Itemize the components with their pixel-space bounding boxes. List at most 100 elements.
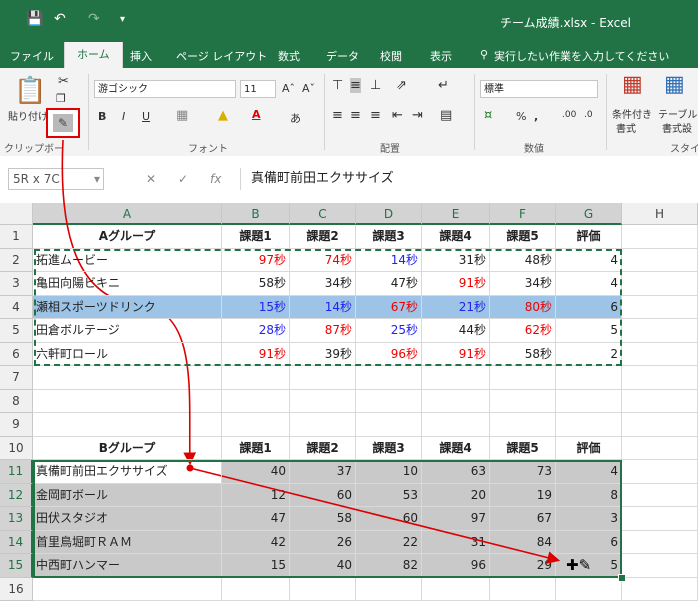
grid-cell[interactable] (622, 413, 698, 437)
grid-cell[interactable]: 39秒 (290, 342, 356, 366)
grid-cell[interactable]: 80秒 (490, 295, 556, 319)
grid-cell[interactable] (622, 436, 698, 460)
grid-cell[interactable] (622, 483, 698, 507)
underline-button[interactable]: U (142, 110, 150, 123)
table-format-button[interactable]: テーブル (658, 106, 697, 121)
grow-font-icon[interactable]: Aˆ (282, 82, 295, 95)
grid-cell[interactable] (356, 413, 422, 437)
grid-cell[interactable]: 真備町前田エクササイズ (33, 460, 222, 484)
grid-cell[interactable]: 課題1 (222, 225, 290, 249)
align-right-icon[interactable]: ≡ (370, 108, 381, 123)
font-size-select[interactable]: 11 (240, 80, 276, 98)
grid-cell[interactable]: 課題2 (290, 436, 356, 460)
row-header[interactable]: 16 (0, 577, 33, 601)
tab-file[interactable]: ファイル (10, 48, 54, 64)
grid-cell[interactable]: 課題4 (422, 436, 490, 460)
grid-cell[interactable]: 14秒 (356, 248, 422, 272)
grid-cell[interactable]: 課題2 (290, 225, 356, 249)
grid-cell[interactable]: 15秒 (222, 295, 290, 319)
clipboard-icon[interactable]: 📋 (14, 76, 46, 106)
grid-cell[interactable]: Bグループ (33, 436, 222, 460)
grid-cell[interactable] (622, 389, 698, 413)
grid-cell[interactable]: 58秒 (490, 342, 556, 366)
grid-cell[interactable]: 62秒 (490, 319, 556, 343)
grid-cell[interactable] (490, 389, 556, 413)
tell-me-input[interactable]: 実行したい作業を入力してください (494, 48, 669, 64)
grid-cell[interactable] (356, 577, 422, 601)
merge-center-icon[interactable]: ▤ (440, 108, 452, 123)
conditional-format-button[interactable]: 条件付き (612, 106, 652, 121)
grid-cell[interactable]: 金岡町ボール (33, 483, 222, 507)
column-header-b[interactable]: B (222, 203, 290, 225)
grid-cell[interactable]: 4 (556, 248, 622, 272)
grid-cell[interactable] (356, 366, 422, 390)
align-left-icon[interactable]: ≡ (332, 108, 343, 123)
row-header[interactable]: 3 (0, 272, 33, 296)
grid-cell[interactable]: 6 (556, 530, 622, 554)
grid-cell[interactable]: 田伏スタジオ (33, 507, 222, 531)
grid-cell[interactable]: 課題4 (422, 225, 490, 249)
grid-cell[interactable] (422, 577, 490, 601)
grid-cell[interactable]: 74秒 (290, 248, 356, 272)
grid-cell[interactable] (622, 460, 698, 484)
grid-cell[interactable]: 15 (222, 554, 290, 578)
grid-cell[interactable] (290, 577, 356, 601)
align-center-icon[interactable]: ≡ (350, 108, 361, 123)
row-header[interactable]: 10 (0, 436, 33, 460)
grid-cell[interactable]: 84 (490, 530, 556, 554)
grid-cell[interactable]: 67秒 (356, 295, 422, 319)
grid-cell[interactable]: 67 (490, 507, 556, 531)
grid-cell[interactable] (422, 389, 490, 413)
grid-cell[interactable] (622, 507, 698, 531)
grid-cell[interactable]: 58 (290, 507, 356, 531)
grid-cell[interactable]: 3 (556, 507, 622, 531)
grid-cell[interactable]: 44秒 (422, 319, 490, 343)
grid-cell[interactable] (356, 389, 422, 413)
grid-cell[interactable] (622, 295, 698, 319)
row-header[interactable]: 4 (0, 295, 33, 319)
align-top-icon[interactable]: ⊤ (332, 78, 343, 93)
align-middle-icon[interactable]: ≡ (350, 78, 361, 93)
grid-cell[interactable]: 40 (290, 554, 356, 578)
cancel-icon[interactable]: ✕ (146, 172, 156, 186)
row-header[interactable]: 12 (0, 483, 33, 507)
grid-cell[interactable]: 課題1 (222, 436, 290, 460)
grid-cell[interactable]: 6 (556, 295, 622, 319)
grid-cell[interactable] (556, 389, 622, 413)
grid-cell[interactable]: 瀬相スポーツドリンク (33, 295, 222, 319)
grid-cell[interactable]: 評価 (556, 225, 622, 249)
tab-review[interactable]: 校閲 (380, 48, 402, 64)
grid-cell[interactable]: 4 (556, 272, 622, 296)
select-all-corner[interactable] (0, 203, 33, 225)
grid-cell[interactable]: 73 (490, 460, 556, 484)
copy-icon[interactable]: ❐ (56, 92, 66, 105)
grid-cell[interactable] (622, 366, 698, 390)
decrease-decimal-icon[interactable]: .0 (584, 110, 593, 120)
grid-cell[interactable] (622, 248, 698, 272)
grid-cell[interactable]: 拓進ムービー (33, 248, 222, 272)
grid-cell[interactable] (622, 225, 698, 249)
column-header-e[interactable]: E (422, 203, 490, 225)
grid-cell[interactable]: 82 (356, 554, 422, 578)
grid-cell[interactable]: 60 (290, 483, 356, 507)
tab-insert[interactable]: 挿入 (130, 48, 152, 64)
font-name-select[interactable]: 游ゴシック (94, 80, 236, 98)
grid-cell[interactable]: 課題3 (356, 436, 422, 460)
row-header[interactable]: 2 (0, 248, 33, 272)
row-header[interactable]: 7 (0, 366, 33, 390)
grid-cell[interactable]: 34秒 (490, 272, 556, 296)
grid-cell[interactable]: 首里鳥堀町ＲＡＭ (33, 530, 222, 554)
row-header[interactable]: 1 (0, 225, 33, 249)
conditional-format-sub[interactable]: 書式 (616, 120, 636, 135)
border-icon[interactable]: ▦ (176, 108, 188, 123)
grid-cell[interactable]: 課題5 (490, 225, 556, 249)
grid-cell[interactable]: 2 (556, 342, 622, 366)
tab-formulas[interactable]: 数式 (278, 48, 300, 64)
grid-cell[interactable]: 8 (556, 483, 622, 507)
currency-icon[interactable]: ¤ (484, 108, 492, 123)
undo-icon[interactable]: ↶ (54, 11, 66, 27)
grid-cell[interactable] (622, 272, 698, 296)
format-painter-button[interactable]: ✎ (46, 108, 80, 138)
grid-cell[interactable]: 37 (290, 460, 356, 484)
grid-cell[interactable]: 96秒 (356, 342, 422, 366)
